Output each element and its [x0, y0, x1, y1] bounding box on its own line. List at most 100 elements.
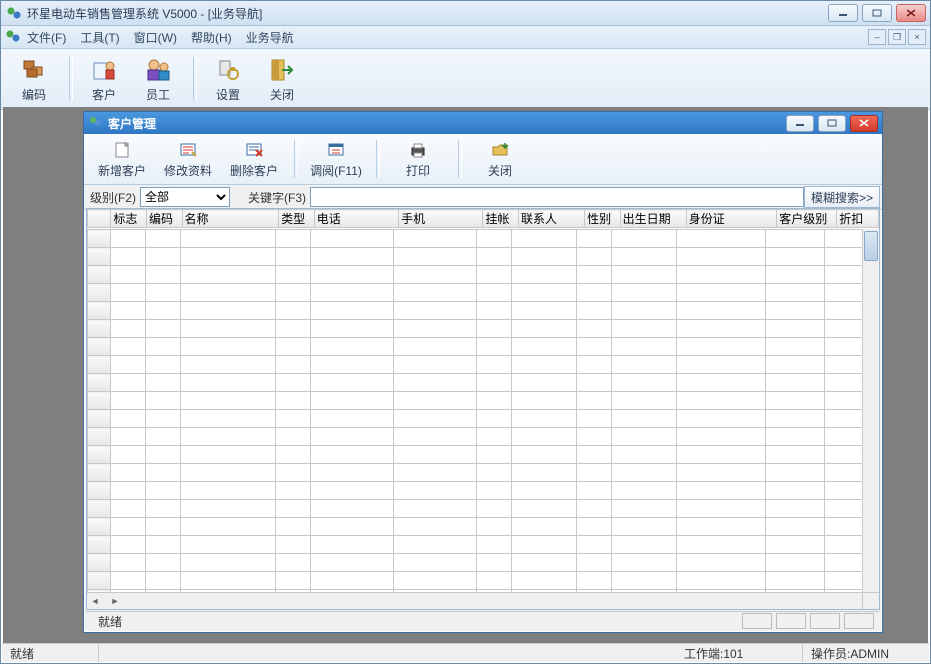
child-maximize-button[interactable]: [818, 115, 846, 132]
folder-close-icon: [490, 140, 510, 160]
main-toolbar: 编码 客户 员工 设置 关闭: [1, 49, 930, 110]
main-maximize-button[interactable]: [862, 4, 892, 22]
status-box: [742, 613, 772, 629]
grid-col-header[interactable]: 类型: [279, 210, 315, 228]
child-statusbar: 就绪: [86, 611, 880, 630]
main-close-button[interactable]: [896, 4, 926, 22]
toolbar-separator: [69, 57, 73, 101]
menu-file[interactable]: 文件(F): [27, 29, 66, 46]
menu-tool[interactable]: 工具(T): [80, 29, 119, 46]
exit-icon: [268, 56, 296, 84]
table-row[interactable]: [88, 446, 864, 464]
grid-col-header[interactable]: 联系人: [519, 210, 585, 228]
grid-col-header[interactable]: 标志: [111, 210, 147, 228]
table-row[interactable]: [88, 428, 864, 446]
table-row[interactable]: [88, 410, 864, 428]
grid-col-header[interactable]: 性别: [585, 210, 621, 228]
grid-col-header[interactable]: 挂帐: [483, 210, 519, 228]
edit-doc-icon: [178, 140, 198, 160]
table-row[interactable]: [88, 500, 864, 518]
boxes-icon: [20, 56, 48, 84]
settings-icon: [214, 56, 242, 84]
new-doc-icon: [112, 140, 132, 160]
toolbar-separator: [376, 140, 380, 178]
table-row[interactable]: [88, 518, 864, 536]
grid-vertical-scrollbar[interactable]: [862, 229, 879, 593]
grid-col-header[interactable]: 出生日期: [620, 210, 686, 228]
table-row[interactable]: [88, 464, 864, 482]
status-ready: 就绪: [2, 644, 99, 662]
status-box: [776, 613, 806, 629]
fuzzy-search-button[interactable]: 模糊搜索>>: [804, 186, 880, 208]
toolbar-settings-button[interactable]: 设置: [203, 54, 253, 104]
mdi-restore-button[interactable]: ❐: [888, 29, 906, 45]
grid-col-header[interactable]: 折扣: [837, 210, 879, 228]
table-row[interactable]: [88, 284, 864, 302]
table-row[interactable]: [88, 266, 864, 284]
child-minimize-button[interactable]: [786, 115, 814, 132]
delete-customer-button[interactable]: 删除客户: [222, 138, 286, 180]
main-title: 环星电动车销售管理系统 V5000 - [业务导航]: [27, 5, 828, 22]
table-row[interactable]: [88, 356, 864, 374]
grid-col-header[interactable]: 手机: [399, 210, 483, 228]
toolbar-code-button[interactable]: 编码: [9, 54, 59, 104]
table-row[interactable]: [88, 572, 864, 590]
main-minimize-button[interactable]: [828, 4, 858, 22]
mdi-client-area: 客户管理 新增客户 修改资料 删除客户: [3, 107, 928, 643]
table-row[interactable]: [88, 320, 864, 338]
main-statusbar: 就绪 工作端:101 操作员:ADMIN: [2, 643, 929, 662]
scroll-corner: [862, 592, 879, 609]
scroll-left-arrow[interactable]: ◄: [87, 594, 103, 608]
toolbar-customer-button[interactable]: 客户: [79, 54, 129, 104]
toolbar-close-button[interactable]: 关闭: [257, 54, 307, 104]
child-close-button[interactable]: [850, 115, 878, 132]
recall-button[interactable]: 调阅(F11): [304, 138, 368, 180]
table-row[interactable]: [88, 554, 864, 572]
print-button[interactable]: 打印: [386, 138, 450, 180]
table-row[interactable]: [88, 392, 864, 410]
menu-nav[interactable]: 业务导航: [246, 29, 294, 46]
table-row[interactable]: [88, 302, 864, 320]
menu-window[interactable]: 窗口(W): [134, 29, 177, 46]
table-row[interactable]: [88, 230, 864, 248]
scroll-right-arrow[interactable]: ►: [107, 594, 123, 608]
table-row[interactable]: [88, 374, 864, 392]
grid-col-header[interactable]: 编码: [146, 210, 182, 228]
table-row[interactable]: [88, 482, 864, 500]
level-label: 级别(F2): [86, 189, 140, 206]
child-titlebar[interactable]: 客户管理: [84, 112, 882, 134]
mdi-close-button[interactable]: ×: [908, 29, 926, 45]
grid-col-header[interactable]: 电话: [314, 210, 398, 228]
mdi-minimize-button[interactable]: –: [868, 29, 886, 45]
ledger-icon: [326, 140, 346, 160]
toolbar-staff-button[interactable]: 员工: [133, 54, 183, 104]
keyword-input[interactable]: [310, 187, 804, 207]
grid-body[interactable]: [87, 229, 863, 593]
customer-icon: [90, 56, 118, 84]
menu-help[interactable]: 帮助(H): [191, 29, 232, 46]
child-status-ready: 就绪: [92, 613, 128, 630]
menubar-icon: [5, 28, 23, 46]
scroll-thumb[interactable]: [864, 231, 878, 261]
table-row[interactable]: [88, 338, 864, 356]
edit-customer-button[interactable]: 修改资料: [156, 138, 220, 180]
level-select[interactable]: 全部: [140, 187, 230, 207]
data-grid[interactable]: 标志编码名称类型电话手机挂帐联系人性别出生日期身份证客户级别折扣 ◄►: [86, 208, 880, 610]
people-icon: [88, 115, 104, 131]
grid-horizontal-scrollbar[interactable]: ◄►: [87, 592, 863, 609]
table-row[interactable]: [88, 248, 864, 266]
app-icon: [5, 4, 23, 22]
search-row: 级别(F2) 全部 关键字(F3) 模糊搜索>>: [84, 185, 882, 210]
toolbar-separator: [294, 140, 298, 178]
child-toolbar-close-button[interactable]: 关闭: [468, 138, 532, 180]
child-title: 客户管理: [108, 115, 786, 132]
table-row[interactable]: [88, 536, 864, 554]
grid-col-header[interactable]: 客户级别: [777, 210, 837, 228]
grid-col-header[interactable]: 名称: [182, 210, 279, 228]
status-workstation: 工作端:101: [676, 644, 803, 662]
printer-icon: [408, 140, 428, 160]
add-customer-button[interactable]: 新增客户: [90, 138, 154, 180]
main-titlebar[interactable]: 环星电动车销售管理系统 V5000 - [业务导航]: [1, 1, 930, 26]
grid-col-header[interactable]: 身份证: [686, 210, 776, 228]
keyword-label: 关键字(F3): [244, 189, 310, 206]
